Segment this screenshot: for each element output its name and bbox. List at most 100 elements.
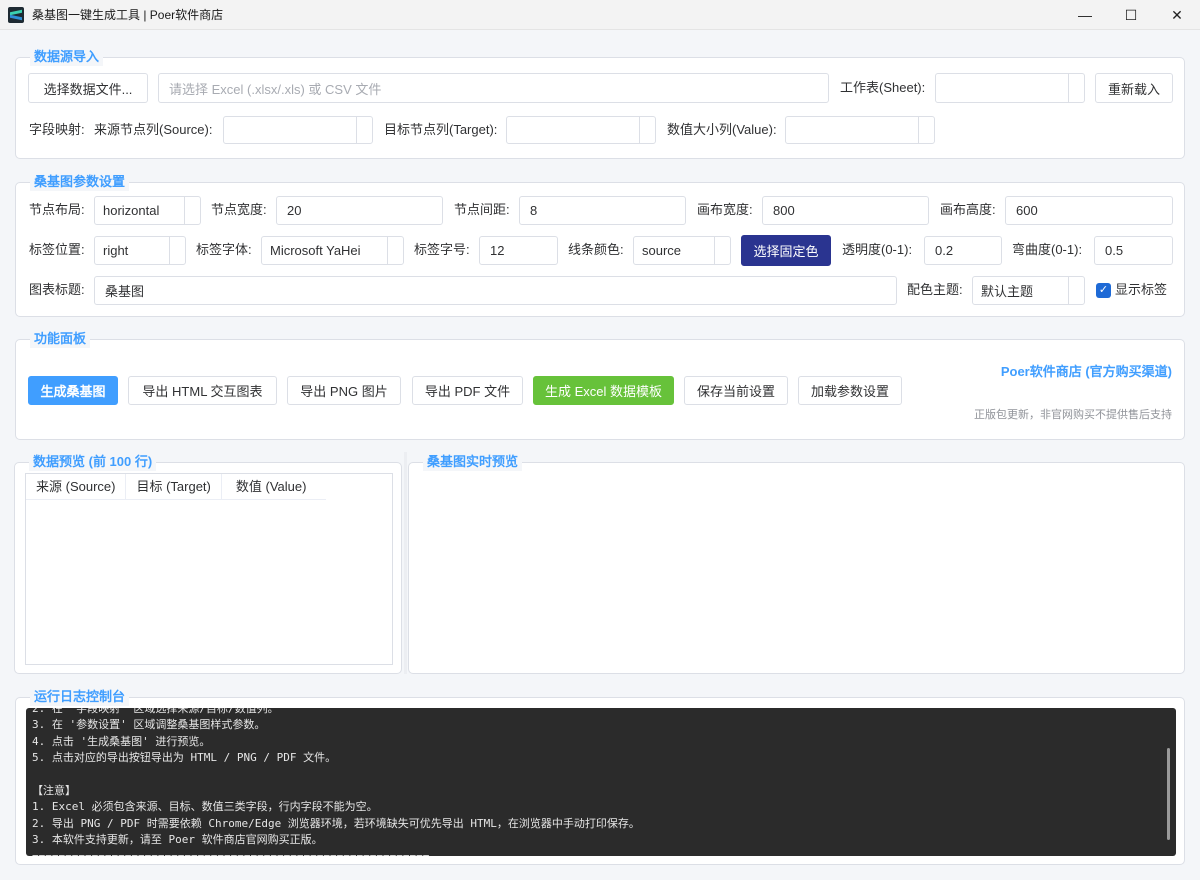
label-position-value: right (103, 243, 129, 258)
chart-title-input[interactable]: 桑基图 (94, 276, 897, 305)
column-header-target[interactable]: 目标 (Target) (126, 474, 222, 499)
table-header: 来源 (Source) 目标 (Target) 数值 (Value) (26, 474, 326, 500)
maximize-button[interactable]: ☐ (1108, 0, 1154, 30)
color-theme-select[interactable]: 默认主题 (972, 276, 1085, 305)
data-preview-table: 来源 (Source) 目标 (Target) 数值 (Value) (25, 473, 393, 665)
chevron-down-icon (918, 117, 934, 143)
sankey-params-title: 桑基图参数设置 (30, 173, 130, 191)
line-color-label: 线条颜色: (568, 242, 624, 257)
label-font-label: 标签字体: (196, 242, 252, 257)
canvas-width-input[interactable]: 800 (762, 196, 929, 225)
choose-file-button[interactable]: 选择数据文件... (28, 73, 148, 103)
store-link[interactable]: Poer软件商店 (官方购买渠道) (1001, 361, 1172, 380)
check-icon: ✓ (1098, 284, 1109, 296)
data-preview-group: 数据预览 (前 100 行) 来源 (Source) 目标 (Target) 数… (14, 453, 402, 674)
data-source-title: 数据源导入 (30, 48, 104, 66)
log-console[interactable]: 2. 在 '字段映射' 区域选择来源/目标/数值列。 3. 在 '参数设置' 区… (26, 708, 1176, 856)
window-title: 桑基图一键生成工具 | Poer软件商店 (32, 8, 224, 22)
label-position-label: 标签位置: (29, 242, 85, 257)
show-labels-checkbox[interactable]: ✓ (1096, 283, 1111, 298)
chart-title-label: 图表标题: (29, 282, 85, 297)
data-source-group: 数据源导入 选择数据文件... 请选择 Excel (.xlsx/.xls) 或… (15, 48, 1185, 159)
log-console-title: 运行日志控制台 (30, 688, 130, 706)
canvas-width-label: 画布宽度: (697, 202, 753, 217)
label-font-select[interactable]: Microsoft YaHei (261, 236, 404, 265)
sheet-label: 工作表(Sheet): (840, 80, 926, 95)
chevron-down-icon (184, 197, 200, 224)
source-column-select[interactable] (223, 116, 373, 144)
log-line: ========================================… (32, 849, 1156, 856)
target-column-label: 目标节点列(Target): (384, 122, 498, 137)
label-position-select[interactable]: right (94, 236, 186, 265)
chevron-down-icon (387, 237, 403, 264)
show-labels-label[interactable]: 显示标签 (1115, 276, 1167, 304)
target-column-select[interactable] (506, 116, 656, 144)
chevron-down-icon (639, 117, 655, 143)
log-line: 3. 在 '参数设置' 区域调整桑基图样式参数。 (32, 718, 266, 732)
curvature-input[interactable]: 0.5 (1094, 236, 1173, 265)
canvas-height-label: 画布高度: (940, 202, 996, 217)
value-column-label: 数值大小列(Value): (667, 122, 777, 137)
log-line: 4. 点击 '生成桑基图' 进行预览。 (32, 734, 211, 748)
opacity-input[interactable]: 0.2 (924, 236, 1002, 265)
window-titlebar: 桑基图一键生成工具 | Poer软件商店 — ☐ ✕ (0, 0, 1200, 30)
function-panel-group: 功能面板 生成桑基图 导出 HTML 交互图表 导出 PNG 图片 导出 PDF… (15, 330, 1185, 440)
node-width-input[interactable]: 20 (276, 196, 443, 225)
fixed-color-button[interactable]: 选择固定色 (741, 235, 831, 266)
line-color-select[interactable]: source (633, 236, 731, 265)
window-controls: — ☐ ✕ (1062, 0, 1200, 30)
log-console-group: 运行日志控制台 2. 在 '字段映射' 区域选择来源/目标/数值列。 3. 在 … (15, 688, 1185, 865)
label-size-label: 标签字号: (414, 242, 470, 257)
log-line: 【注意】 (32, 783, 76, 797)
export-pdf-button[interactable]: 导出 PDF 文件 (412, 376, 523, 405)
source-column-label: 来源节点列(Source): (94, 122, 213, 137)
generate-template-button[interactable]: 生成 Excel 数据模板 (533, 376, 674, 405)
sankey-params-group: 桑基图参数设置 节点布局: horizontal 节点宽度: 20 节点间距: … (15, 173, 1185, 317)
generate-sankey-button[interactable]: 生成桑基图 (28, 376, 118, 405)
node-layout-label: 节点布局: (29, 202, 85, 217)
canvas-height-input[interactable]: 600 (1005, 196, 1173, 225)
chevron-down-icon (1068, 277, 1084, 304)
node-gap-input[interactable]: 8 (519, 196, 686, 225)
export-png-button[interactable]: 导出 PNG 图片 (287, 376, 401, 405)
curvature-label: 弯曲度(0-1): (1012, 242, 1083, 257)
minimize-button[interactable]: — (1062, 0, 1108, 30)
node-width-label: 节点宽度: (211, 202, 267, 217)
chevron-down-icon (169, 237, 185, 264)
chevron-down-icon (356, 117, 372, 143)
label-size-input[interactable]: 12 (479, 236, 558, 265)
file-path-input[interactable]: 请选择 Excel (.xlsx/.xls) 或 CSV 文件 (158, 73, 829, 103)
save-settings-button[interactable]: 保存当前设置 (684, 376, 788, 405)
column-header-source[interactable]: 来源 (Source) (26, 474, 127, 499)
load-settings-button[interactable]: 加载参数设置 (798, 376, 902, 405)
color-theme-value: 默认主题 (981, 284, 1034, 299)
sheet-select[interactable] (935, 73, 1085, 103)
color-theme-label: 配色主题: (907, 282, 963, 297)
value-column-select[interactable] (785, 116, 935, 144)
log-lines: 2. 在 '字段映射' 区域选择来源/目标/数值列。 3. 在 '参数设置' 区… (32, 708, 1156, 856)
log-line: 3. 本软件支持更新，请至 Poer 软件商店官网购买正版。 (32, 833, 323, 847)
sankey-preview-group: 桑基图实时预览 (408, 453, 1185, 674)
line-color-value: source (642, 243, 682, 258)
export-html-button[interactable]: 导出 HTML 交互图表 (128, 376, 277, 405)
function-panel-title: 功能面板 (30, 330, 91, 348)
column-header-value[interactable]: 数值 (Value) (222, 474, 317, 499)
log-scrollbar[interactable] (1167, 748, 1170, 840)
node-layout-select[interactable]: horizontal (94, 196, 201, 225)
chevron-down-icon (1068, 74, 1084, 102)
log-line: 2. 导出 PNG / PDF 时需要依赖 Chrome/Edge 浏览器环境，… (32, 816, 640, 830)
node-gap-label: 节点间距: (454, 202, 510, 217)
close-button[interactable]: ✕ (1154, 0, 1200, 30)
node-layout-value: horizontal (103, 203, 160, 218)
log-line: 1. Excel 必须包含来源、目标、数值三类字段，行内字段不能为空。 (32, 800, 378, 814)
app-icon (8, 6, 24, 23)
field-mapping-label: 字段映射: (29, 122, 85, 137)
data-preview-title: 数据预览 (前 100 行) (29, 453, 157, 471)
label-font-value: Microsoft YaHei (270, 243, 361, 258)
reload-button[interactable]: 重新载入 (1095, 73, 1173, 103)
store-note: 正版包更新，非官网购买不提供售后支持 (974, 409, 1172, 421)
splitter-handle[interactable] (404, 452, 407, 674)
sankey-preview-canvas (409, 463, 1184, 673)
opacity-label: 透明度(0-1): (842, 242, 913, 257)
